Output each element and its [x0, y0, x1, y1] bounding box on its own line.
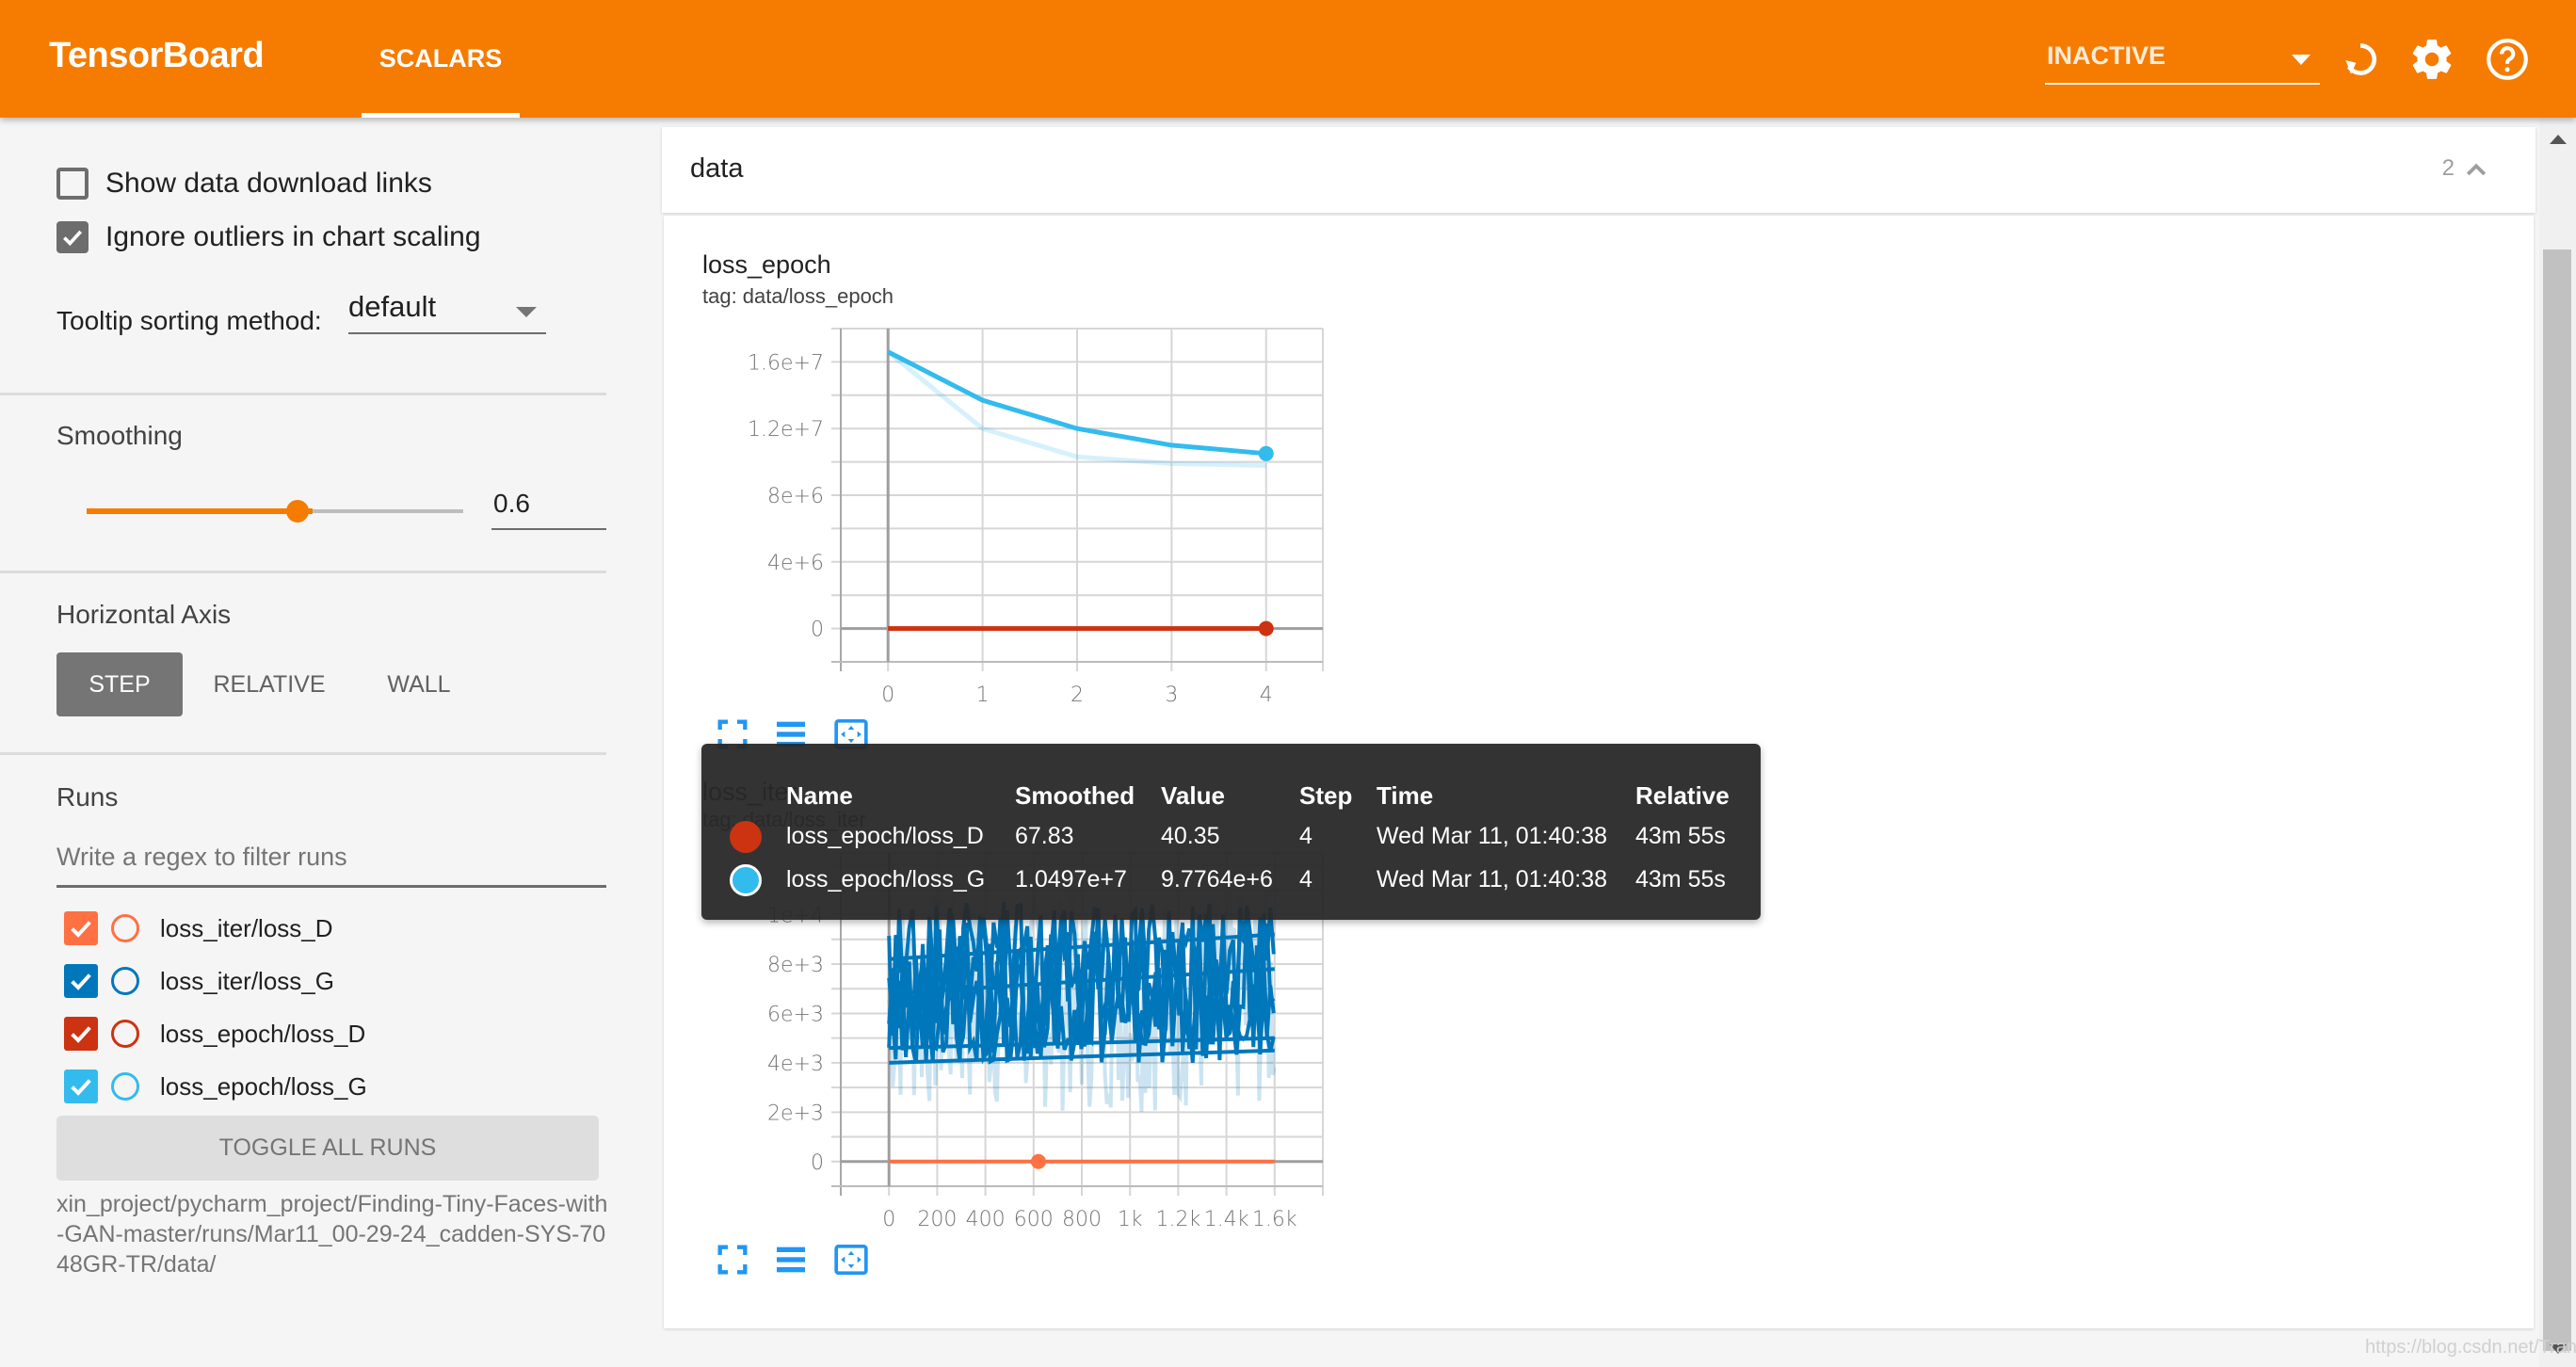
settings-icon — [2412, 40, 2452, 79]
watermark-text: https://blog.csdn.net/Trancelo — [2365, 1337, 2576, 1358]
tooltip-cell-value: 40.35 — [1161, 823, 1220, 849]
tooltip-run-swatch — [730, 821, 762, 853]
x-tick-label: 1.6k — [1252, 1208, 1297, 1231]
loss-iter-chart[interactable]: 02e+34e+36e+38e+31e+402004006008001k1.2k… — [0, 0, 2576, 1367]
x-tick-label: 1.4k — [1204, 1208, 1249, 1231]
tooltip-header-smoothed: Smoothed — [1015, 781, 1135, 810]
list-icon — [777, 1246, 805, 1273]
tooltip-cell-relative: 43m 55s — [1635, 823, 1726, 849]
fit-domain-button[interactable] — [832, 1241, 870, 1279]
tooltip-header-time: Time — [1377, 781, 1434, 810]
settings-button[interactable] — [2408, 36, 2455, 83]
x-tick-label: 800 — [1062, 1208, 1102, 1231]
tooltip-cell-name: loss_epoch/loss_G — [786, 866, 986, 893]
y-tick-label: 4e+3 — [767, 1053, 824, 1076]
scroll-up-arrow-icon[interactable] — [2550, 135, 2567, 144]
toggle-log-scale-button[interactable] — [772, 1241, 810, 1279]
page-scrollbar[interactable] — [2539, 118, 2576, 1367]
fullscreen-button[interactable] — [714, 1241, 751, 1279]
y-tick-label: 6e+3 — [767, 1003, 824, 1026]
reload-interval-select[interactable]: INACTIVE — [2045, 36, 2320, 85]
scrollbar-thumb[interactable] — [2543, 249, 2571, 1351]
tab-scalars-label: SCALARS — [378, 44, 503, 72]
tooltip-cell-smoothed: 1.0497e+7 — [1015, 866, 1127, 893]
reload-button[interactable] — [2337, 36, 2384, 83]
tooltip-cell-relative: 43m 55s — [1635, 866, 1726, 893]
dropdown-caret-icon — [2292, 55, 2310, 65]
tooltip-cell-time: Wed Mar 11, 01:40:38 — [1377, 866, 1608, 893]
help-icon — [2487, 39, 2528, 80]
tooltip-header-value: Value — [1161, 781, 1225, 810]
x-tick-label: 1.2k — [1156, 1208, 1201, 1231]
tab-scalars[interactable]: SCALARS — [362, 0, 520, 118]
fullscreen-icon — [717, 1245, 748, 1275]
active-tab-indicator — [362, 113, 520, 118]
app-brand: TensorBoard — [49, 36, 265, 75]
hover-point-marker — [1030, 1153, 1046, 1169]
fit-domain-icon — [834, 1245, 868, 1275]
y-tick-label: 0 — [811, 1151, 824, 1175]
tooltip-cell-smoothed: 67.83 — [1015, 823, 1074, 849]
reload-interval-value: INACTIVE — [2047, 41, 2166, 70]
x-tick-label: 200 — [917, 1208, 957, 1231]
tooltip-run-swatch — [730, 864, 762, 896]
y-tick-label: 2e+3 — [767, 1102, 824, 1125]
x-tick-label: 400 — [966, 1208, 1006, 1231]
y-tick-label: 8e+3 — [767, 954, 824, 977]
tooltip-cell-value: 9.7764e+6 — [1161, 866, 1273, 893]
tooltip-header-relative: Relative — [1635, 781, 1730, 810]
tooltip-cell-step: 4 — [1299, 823, 1312, 849]
tooltip-cell-name: loss_epoch/loss_D — [786, 823, 984, 849]
tooltip-cell-time: Wed Mar 11, 01:40:38 — [1377, 823, 1608, 849]
reload-icon — [2345, 43, 2376, 75]
tooltip-header-step: Step — [1299, 781, 1353, 810]
x-tick-label: 600 — [1014, 1208, 1054, 1231]
help-button[interactable] — [2484, 36, 2531, 83]
tooltip-header-name: Name — [786, 781, 853, 810]
x-tick-label: 0 — [882, 1208, 895, 1231]
x-tick-label: 1k — [1118, 1208, 1143, 1231]
tooltip-cell-step: 4 — [1299, 866, 1312, 893]
top-app-bar: TensorBoard SCALARS INACTIVE — [0, 0, 2576, 118]
chart-tooltip: Name Smoothed Value Step Time Relative l… — [701, 744, 1761, 920]
